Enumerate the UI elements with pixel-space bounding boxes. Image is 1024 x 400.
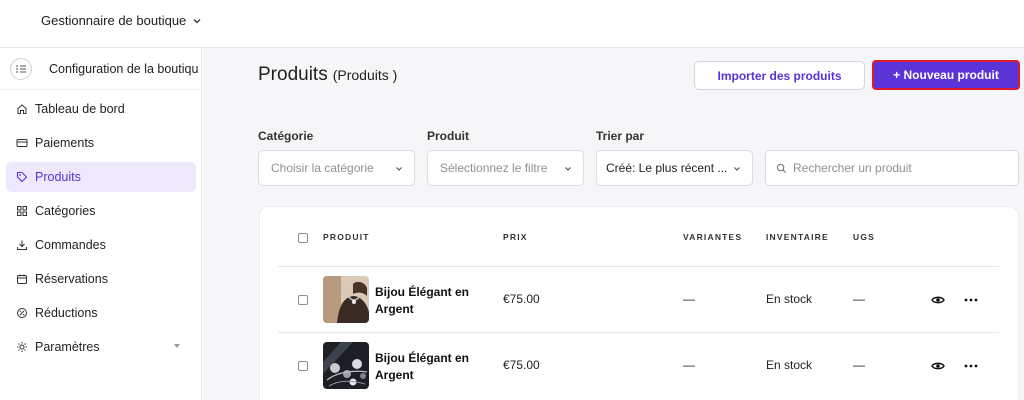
store-name: Gestionnaire de boutique <box>41 13 187 28</box>
sidebar-item-label: Réductions <box>35 306 98 320</box>
sidebar-item-products[interactable]: Produits <box>6 162 196 192</box>
product-thumbnail <box>323 276 369 323</box>
product-variants: — <box>683 292 695 306</box>
sidebar-nav: Tableau de bord Paiements Produits Catég… <box>0 94 202 366</box>
more-options-icon[interactable] <box>964 364 978 368</box>
chevron-down-icon <box>396 167 402 171</box>
category-filter-label: Catégorie <box>258 129 314 143</box>
sidebar-item-dashboard[interactable]: Tableau de bord <box>6 94 196 124</box>
search-icon <box>776 163 787 173</box>
product-inventory: En stock <box>766 358 813 372</box>
product-name[interactable]: Bijou Élégant en Argent <box>375 284 475 318</box>
sidebar: Configuration de la boutique... Tableau … <box>0 48 202 400</box>
category-select[interactable]: Choisir la catégorie <box>258 150 415 186</box>
top-bar: Gestionnaire de boutique <box>0 0 1024 48</box>
sidebar-item-label: Paiements <box>35 136 95 150</box>
sidebar-item-label: Produits <box>35 170 81 184</box>
sidebar-item-payments[interactable]: Paiements <box>6 128 196 158</box>
new-product-button[interactable]: + Nouveau produit <box>872 60 1020 90</box>
products-table: PRODUIT PRIX VARIANTES INVENTAIRE UGS Bi… <box>259 206 1019 400</box>
row-checkbox[interactable] <box>298 361 308 371</box>
tag-icon <box>16 171 28 183</box>
import-products-button[interactable]: Importer des produits <box>694 61 865 90</box>
column-header-price[interactable]: PRIX <box>503 232 528 242</box>
product-sku: — <box>853 292 865 306</box>
table-row[interactable]: Bijou Élégant en Argent €75.00 — En stoc… <box>278 266 999 332</box>
chevron-down-icon <box>193 18 201 23</box>
more-options-icon[interactable] <box>964 298 978 302</box>
product-price: €75.00 <box>503 292 540 306</box>
product-sku: — <box>853 358 865 372</box>
table-header: PRODUIT PRIX VARIANTES INVENTAIRE UGS <box>260 207 1020 267</box>
calendar-icon <box>17 274 27 284</box>
column-header-inventory[interactable]: INVENTAIRE <box>766 232 829 242</box>
sidebar-item-orders[interactable]: Commandes <box>6 230 196 260</box>
sort-select-value: Créé: Le plus récent ... <box>606 161 728 175</box>
product-thumbnail <box>323 342 369 389</box>
main-content: Produits (Produits ) Importer des produi… <box>203 48 1024 400</box>
store-config-label: Configuration de la boutique... <box>49 61 199 76</box>
eye-icon[interactable] <box>931 359 945 373</box>
page-title: Produits (Produits ) <box>258 64 397 86</box>
home-icon <box>17 104 27 114</box>
product-variants: — <box>683 358 695 372</box>
store-config-item[interactable]: Configuration de la boutique... <box>0 48 202 90</box>
grid-icon <box>17 206 27 216</box>
product-select-value: Sélectionnez le filtre <box>440 161 548 175</box>
sidebar-item-settings[interactable]: Paramètres <box>6 332 196 362</box>
column-header-sku[interactable]: UGS <box>853 232 875 242</box>
table-row[interactable]: Bijou Élégant en Argent €75.00 — En stoc… <box>278 332 999 398</box>
page-title-text: Produits <box>258 64 328 85</box>
product-inventory: En stock <box>766 292 813 306</box>
caret-down-icon <box>174 344 180 348</box>
sidebar-item-label: Catégories <box>35 204 96 218</box>
gear-icon <box>17 342 27 352</box>
discount-icon <box>17 308 27 318</box>
column-header-variants[interactable]: VARIANTES <box>683 232 742 242</box>
select-all-checkbox[interactable] <box>298 233 308 243</box>
card-icon <box>16 139 28 147</box>
sidebar-item-discounts[interactable]: Réductions <box>6 298 196 328</box>
download-icon <box>17 240 27 250</box>
search-box <box>765 150 1019 186</box>
product-name[interactable]: Bijou Élégant en Argent <box>375 350 475 384</box>
column-header-product[interactable]: PRODUIT <box>323 232 370 242</box>
row-checkbox[interactable] <box>298 295 308 305</box>
sidebar-item-label: Réservations <box>35 272 108 286</box>
sidebar-item-label: Paramètres <box>35 340 100 354</box>
sort-select[interactable]: Créé: Le plus récent ... <box>596 150 753 186</box>
sidebar-item-reservations[interactable]: Réservations <box>6 264 196 294</box>
sidebar-item-categories[interactable]: Catégories <box>6 196 196 226</box>
chevron-down-icon <box>565 167 571 171</box>
page-title-count: (Produits ) <box>332 67 398 83</box>
eye-icon[interactable] <box>931 293 945 307</box>
search-input[interactable] <box>793 161 1013 175</box>
sidebar-item-label: Tableau de bord <box>35 102 125 116</box>
sidebar-item-label: Commandes <box>35 238 106 252</box>
checklist-icon <box>10 57 32 80</box>
category-select-value: Choisir la catégorie <box>271 161 374 175</box>
product-price: €75.00 <box>503 358 540 372</box>
product-filter-label: Produit <box>427 129 469 143</box>
sort-label: Trier par <box>596 129 645 143</box>
product-select[interactable]: Sélectionnez le filtre <box>427 150 584 186</box>
chevron-down-icon <box>734 167 740 171</box>
store-switcher[interactable]: Gestionnaire de boutique <box>41 13 202 28</box>
